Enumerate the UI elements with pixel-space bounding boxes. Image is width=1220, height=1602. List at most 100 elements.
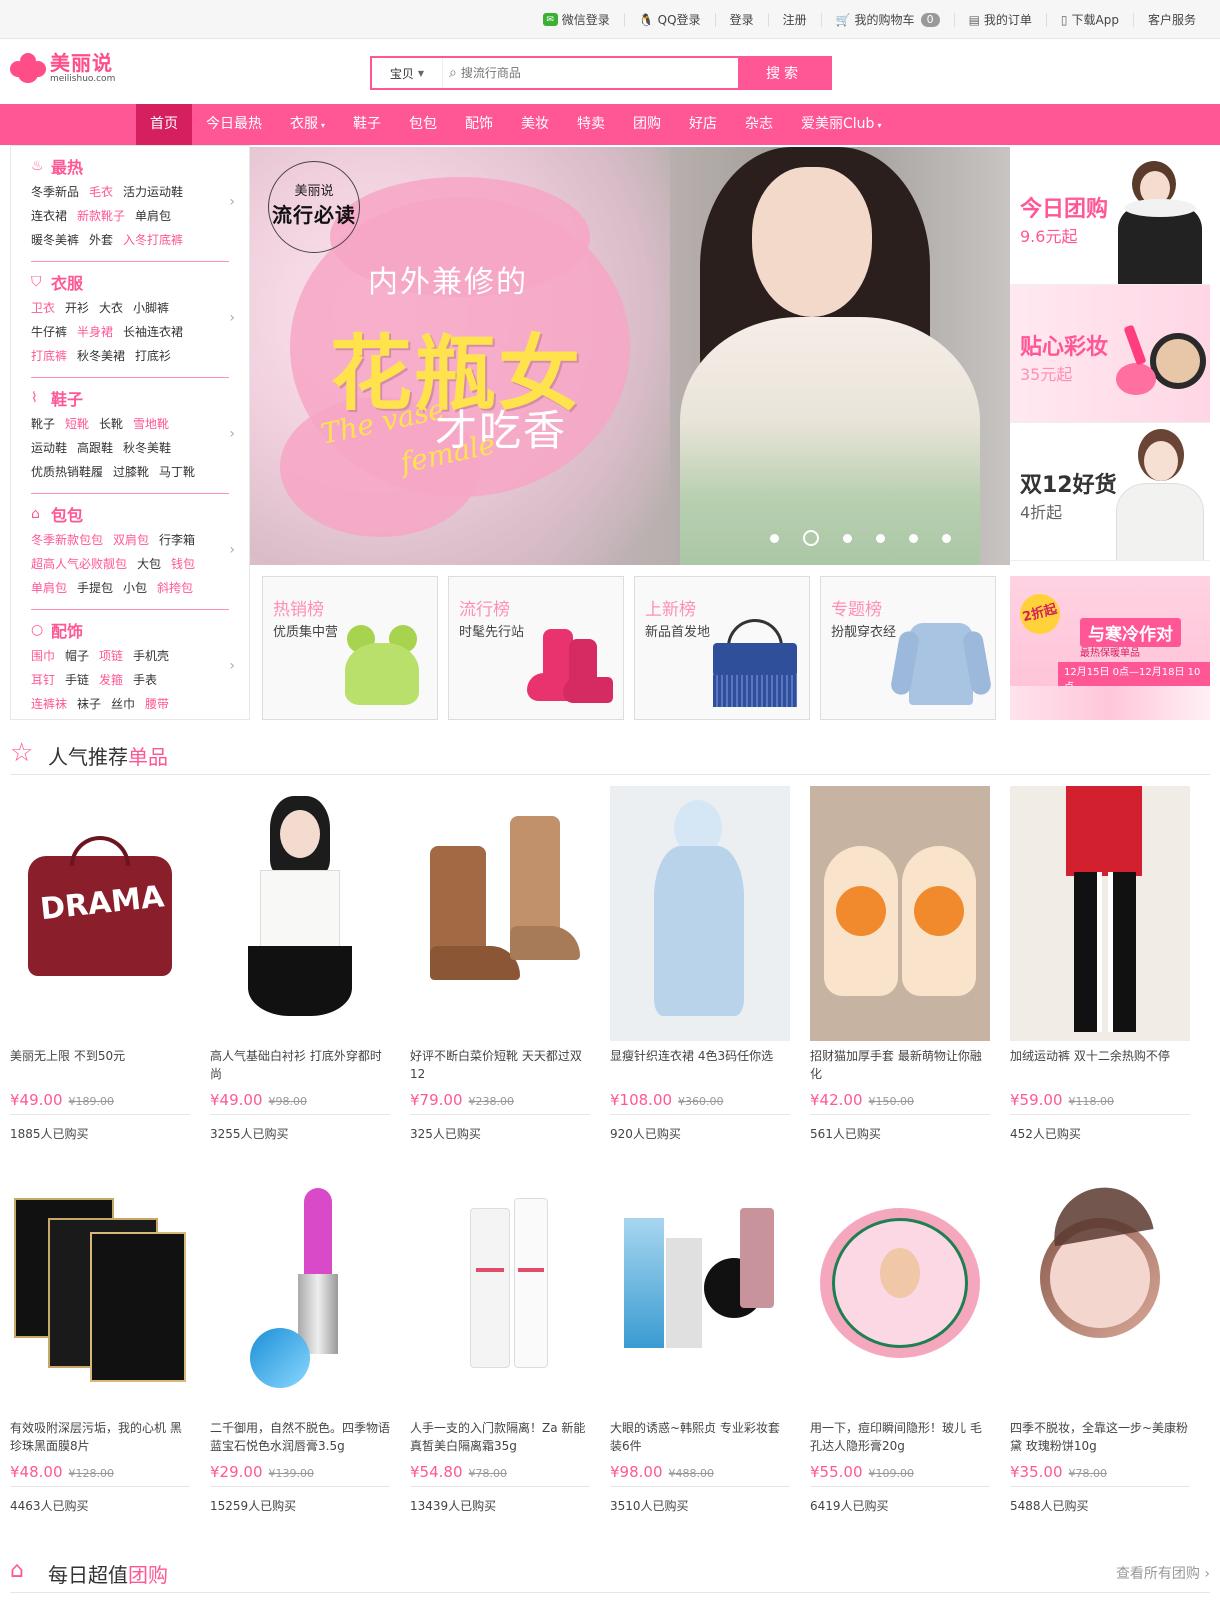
product-card[interactable]: 加绒运动裤 双十二余热购不停 ¥59.00 ¥118.00 452人已购买 (1010, 786, 1190, 1142)
nav-item-group-buy[interactable]: 团购 (619, 104, 675, 145)
search-button[interactable]: 搜索 (738, 58, 830, 88)
nav-item-home[interactable]: 首页 (136, 104, 192, 145)
sidebar-link[interactable]: 打底裤 (31, 349, 67, 363)
product-image[interactable] (410, 1158, 590, 1413)
banner-dot[interactable] (843, 533, 852, 543)
product-card[interactable]: 用一下，痘印瞬间隐形！玻儿 毛孔达人隐形膏20g ¥55.00 ¥109.00 641… (810, 1158, 990, 1514)
product-card[interactable]: 人手一支的入门款隔离！Za 新能真皙美白隔离霜35g ¥54.80 ¥78.00 13… (410, 1158, 590, 1514)
sidebar-link[interactable]: 长靴 (99, 417, 123, 431)
product-image[interactable] (210, 786, 390, 1041)
sidebar-link[interactable]: 耳钉 (31, 673, 55, 687)
product-image[interactable] (810, 1158, 990, 1413)
download-app-link[interactable]: ▯ 下载App (1045, 12, 1133, 27)
product-name[interactable]: 加绒运动裤 双十二余热购不停 (1010, 1047, 1190, 1085)
sidebar-link[interactable]: 围巾 (31, 649, 55, 663)
qq-login-link[interactable]: 🐧 QQ登录 (623, 12, 715, 27)
chevron-right-icon[interactable]: › (229, 194, 235, 210)
nav-item-accessories[interactable]: 配饰 (451, 104, 507, 145)
sidebar-link[interactable]: 发箍 (99, 673, 123, 687)
sidebar-link[interactable]: 连衣裙 (31, 209, 67, 223)
nav-item-shops[interactable]: 好店 (675, 104, 731, 145)
chevron-right-icon[interactable]: › (229, 542, 235, 558)
banner-dot-active[interactable] (803, 530, 819, 546)
wechat-login-link[interactable]: ✉ 微信登录 (529, 13, 624, 27)
sidebar-link[interactable]: 高跟鞋 (77, 441, 113, 455)
product-name[interactable]: 人手一支的入门款隔离！Za 新能真皙美白隔离霜35g (410, 1419, 590, 1457)
product-name[interactable]: 显瘦针织连衣裙 4色3码任你选 (610, 1047, 790, 1085)
product-name[interactable]: 高人气基础白衬衫 打底外穿都时尚 (210, 1047, 390, 1085)
orders-link[interactable]: ▤ 我的订单 (953, 12, 1046, 27)
card-topics[interactable]: 专题榜 扮靓穿衣经 (820, 576, 996, 720)
product-card[interactable]: 好评不断白菜价短靴 天天都过双12 ¥79.00 ¥238.00 325人已购买 (410, 786, 590, 1142)
sidebar-link[interactable]: 大衣 (99, 301, 123, 315)
sidebar-link[interactable]: 牛仔裤 (31, 325, 67, 339)
register-link[interactable]: 注册 (767, 12, 821, 27)
search-input[interactable] (460, 60, 711, 86)
sidebar-group-header[interactable]: ○ 配饰 (31, 618, 229, 642)
nav-item-today-hot[interactable]: 今日最热 (192, 104, 276, 145)
sidebar-link[interactable]: 行李箱 (159, 533, 195, 547)
product-card[interactable]: 高人气基础白衬衫 打底外穿都时尚 ¥49.00 ¥98.00 3255人已购买 (210, 786, 390, 1142)
chevron-right-icon[interactable]: › (229, 658, 235, 674)
sidebar-link[interactable]: 大包 (137, 557, 161, 571)
product-name[interactable]: 招财猫加厚手套 最新萌物让你融化 (810, 1047, 990, 1085)
promo-makeup[interactable]: 贴心彩妆 35元起 (1010, 285, 1210, 423)
sidebar-link[interactable]: 入冬打底裤 (123, 233, 183, 247)
login-link[interactable]: 登录 (714, 12, 768, 27)
sidebar-link[interactable]: 冬季新款包包 (31, 533, 103, 547)
product-name[interactable]: 有效吸附深层污垢，我的心机 黑珍珠黑面膜8片 (10, 1419, 190, 1457)
cart-link[interactable]: 🛒 我的购物车 0 (820, 12, 954, 27)
product-name[interactable]: 好评不断白菜价短靴 天天都过双12 (410, 1047, 590, 1085)
product-image[interactable] (410, 786, 590, 1041)
sidebar-group-header[interactable]: ⌂ 包包 (31, 502, 229, 526)
sidebar-link[interactable]: 腰带 (145, 697, 169, 711)
product-name[interactable]: 用一下，痘印瞬间隐形！玻儿 毛孔达人隐形膏20g (810, 1419, 990, 1457)
sidebar-link[interactable]: 打底衫 (135, 349, 171, 363)
sidebar-link[interactable]: 单肩包 (135, 209, 171, 223)
sidebar-link[interactable]: 马丁靴 (159, 465, 195, 479)
promo-warm-items[interactable]: 2折起 与寒冷作对 最热保暖单品 12月15日 0点—12月18日 10点 (1010, 576, 1210, 720)
customer-service-link[interactable]: 客户服务 (1132, 12, 1210, 27)
product-image[interactable]: DRAMA (10, 786, 190, 1041)
sidebar-link[interactable]: 袜子 (77, 697, 101, 711)
sidebar-link[interactable]: 雪地靴 (133, 417, 169, 431)
sidebar-link[interactable]: 手表 (133, 673, 157, 687)
hero-banner[interactable]: 美丽说 流行必读 内外兼修的 花瓶女 The vase female 才吃香 (250, 147, 1010, 565)
sidebar-link[interactable]: 斜挎包 (157, 581, 193, 595)
sidebar-group-header[interactable]: ⛉ 衣服 (31, 270, 229, 294)
sidebar-link[interactable]: 双肩包 (113, 533, 149, 547)
sidebar-link[interactable]: 短靴 (65, 417, 89, 431)
sidebar-link[interactable]: 丝巾 (111, 697, 135, 711)
promo-group-buy[interactable]: 今日团购 9.6元起 (1010, 147, 1210, 285)
product-card[interactable]: 有效吸附深层污垢，我的心机 黑珍珠黑面膜8片 ¥48.00 ¥128.00 4463人… (10, 1158, 190, 1514)
sidebar-link[interactable]: 手提包 (77, 581, 113, 595)
banner-dot[interactable] (876, 533, 885, 543)
sidebar-link[interactable]: 卫衣 (31, 301, 55, 315)
product-name[interactable]: 大眼的诱惑~韩熙贞 专业彩妆套装6件 (610, 1419, 790, 1457)
nav-item-beauty[interactable]: 美妆 (507, 104, 563, 145)
product-image[interactable] (610, 786, 790, 1041)
sidebar-link[interactable]: 项链 (99, 649, 123, 663)
product-image[interactable] (10, 1158, 190, 1413)
product-image[interactable] (1010, 786, 1190, 1041)
product-card[interactable]: 显瘦针织连衣裙 4色3码任你选 ¥108.00 ¥360.00 920人已购买 (610, 786, 790, 1142)
sidebar-link[interactable]: 半身裙 (77, 325, 113, 339)
nav-item-club[interactable]: 爱美丽Club ▾ (787, 104, 895, 145)
nav-item-clothes[interactable]: 衣服 ▾ (276, 104, 339, 145)
card-best-sellers[interactable]: 热销榜 优质集中营 (262, 576, 438, 720)
product-name[interactable]: 美丽无上限 不到50元 (10, 1047, 190, 1085)
nav-item-sale[interactable]: 特卖 (563, 104, 619, 145)
sidebar-link[interactable]: 运动鞋 (31, 441, 67, 455)
product-name[interactable]: 二千御用，自然不脱色。四季物语蓝宝石悦色水润唇膏3.5g (210, 1419, 390, 1457)
sidebar-link[interactable]: 秋冬美裙 (77, 349, 125, 363)
sidebar-link[interactable]: 秋冬美鞋 (123, 441, 171, 455)
product-image[interactable] (610, 1158, 790, 1413)
site-logo[interactable]: 美丽说 meilishuo.com (10, 52, 115, 84)
sidebar-link[interactable]: 单肩包 (31, 581, 67, 595)
product-card[interactable]: 大眼的诱惑~韩熙贞 专业彩妆套装6件 ¥98.00 ¥488.00 3510人已购买 (610, 1158, 790, 1514)
sidebar-link[interactable]: 过膝靴 (113, 465, 149, 479)
sidebar-link[interactable]: 小脚裤 (133, 301, 169, 315)
product-image[interactable] (810, 786, 990, 1041)
banner-dot[interactable] (942, 533, 951, 543)
sidebar-link[interactable]: 手机壳 (133, 649, 169, 663)
